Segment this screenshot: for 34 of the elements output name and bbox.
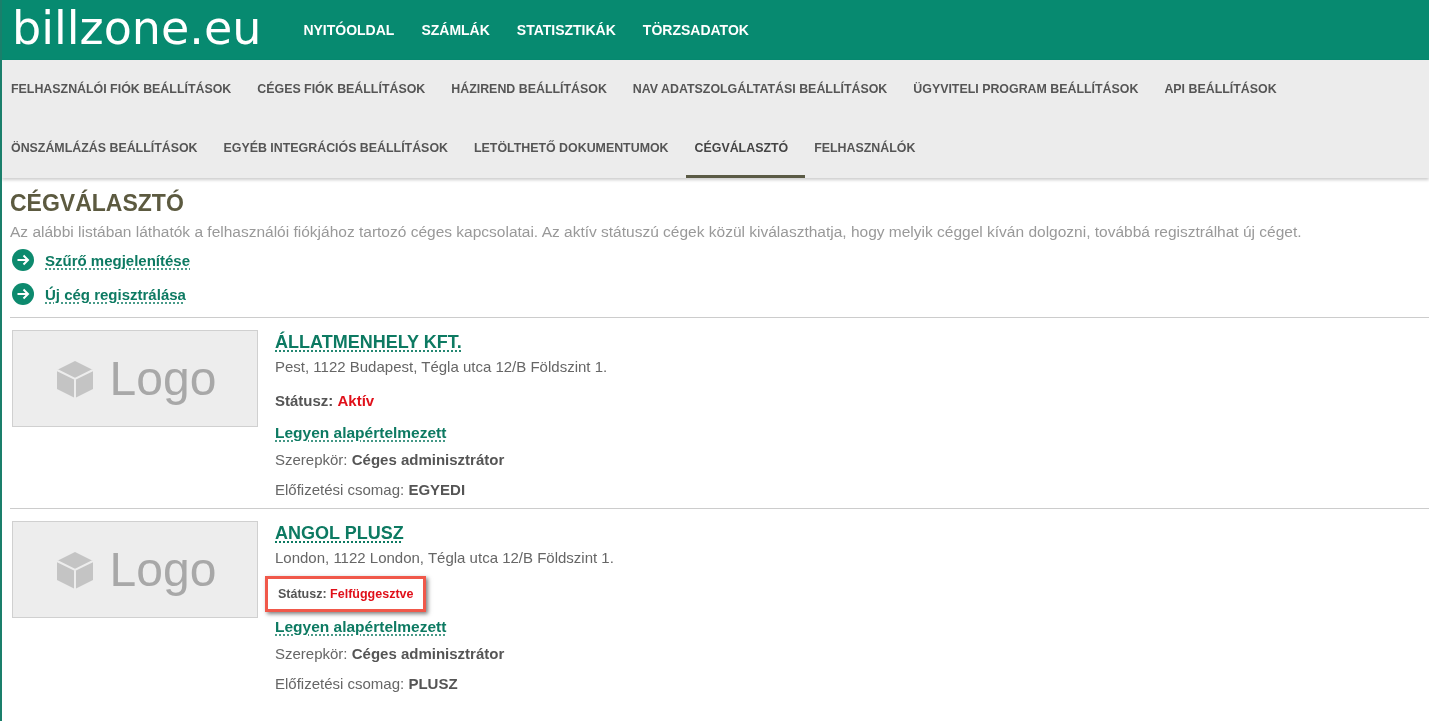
- settings-tab[interactable]: FELHASZNÁLÓK: [805, 119, 933, 178]
- set-default-link[interactable]: Legyen alapértelmezett: [275, 424, 608, 442]
- placeholder-text: Logo: [109, 351, 217, 406]
- company-name-link[interactable]: ANGOL PLUSZ: [275, 523, 614, 544]
- plan-text: Előfizetési csomag: EGYEDI: [275, 481, 467, 498]
- nav-link[interactable]: SZÁMLÁK: [421, 22, 490, 38]
- settings-tab[interactable]: API BEÁLLÍTÁSOK: [1155, 60, 1294, 119]
- nav-link[interactable]: NYITÓOLDAL: [303, 22, 395, 38]
- settings-tab[interactable]: FELHASZNÁLÓI FIÓK BEÁLLÍTÁSOK: [2, 60, 249, 119]
- action-link[interactable]: Szűrő megjelenítése: [45, 251, 191, 269]
- settings-tab[interactable]: ÖNSZÁMLÁZÁS BEÁLLÍTÁSOK: [2, 119, 215, 178]
- role-text: Szerepkör: Céges adminisztrátor: [275, 645, 506, 662]
- settings-tab[interactable]: ÜGYVITELI PROGRAM BEÁLLÍTÁSOK: [904, 60, 1156, 119]
- nav-link[interactable]: STATISZTIKÁK: [516, 22, 616, 38]
- page-title: CÉGVÁLASZTÓ: [10, 190, 185, 217]
- company-address: London, 1122 London, Tégla utca 12/B Földszint 1.: [275, 549, 614, 566]
- status-text: Státusz: Felfüggesztve: [265, 576, 427, 612]
- logo[interactable]: billzone.eu: [12, 5, 262, 51]
- settings-tab[interactable]: EGYÉB INTEGRÁCIÓS BEÁLLÍTÁSOK: [214, 119, 465, 178]
- settings-tab[interactable]: LETÖLTHETŐ DOKUMENTUMOK: [465, 119, 686, 178]
- action-link[interactable]: Új cég regisztrálása: [45, 285, 186, 303]
- placeholder-text: Logo: [109, 542, 217, 597]
- status-text: Státusz: Aktív: [275, 392, 376, 409]
- settings-tab[interactable]: CÉGVÁLASZTÓ: [685, 119, 806, 178]
- description: Az alábbi listában láthatók a felhasználói fiókjához tartozó céges kapcsolatai. Az aktív státuszú cégek közül kiválaszthatja, hogy melyik céggel kíván dolgozni, továbbá regisztrálhat új céget.: [10, 223, 1303, 241]
- company-address: Pest, 1122 Budapest, Tégla utca 12/B Földszint 1.: [275, 358, 608, 375]
- plan-text: Előfizetési csomag: PLUSZ: [275, 675, 459, 692]
- nav-link[interactable]: TÖRZSADATOK: [642, 22, 749, 38]
- set-default-link[interactable]: Legyen alapértelmezett: [275, 618, 614, 636]
- company-name-link[interactable]: ÁLLATMENHELY KFT.: [275, 332, 608, 353]
- settings-tab[interactable]: HÁZIREND BEÁLLÍTÁSOK: [442, 60, 624, 119]
- settings-tab[interactable]: NAV ADATSZOLGÁLTATÁSI BEÁLLÍTÁSOK: [623, 60, 905, 119]
- settings-tab[interactable]: CÉGES FIÓK BEÁLLÍTÁSOK: [248, 60, 443, 119]
- role-text: Szerepkör: Céges adminisztrátor: [275, 451, 506, 468]
